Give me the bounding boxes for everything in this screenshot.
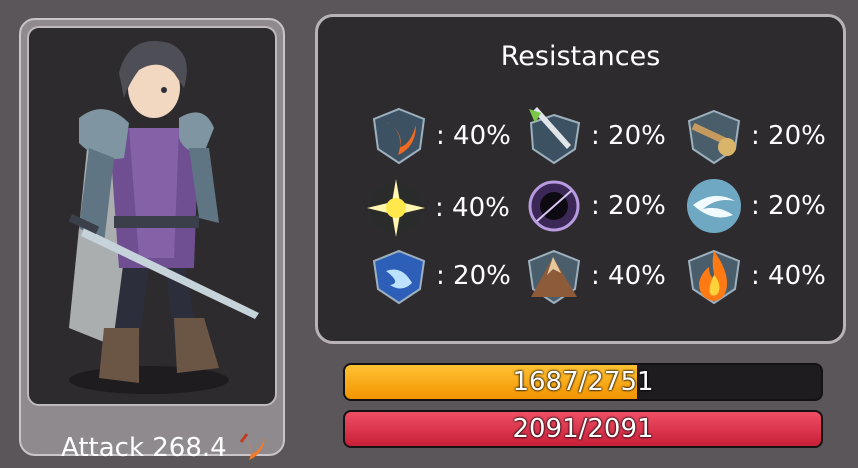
attack-stat: Attack 268.4 [61,428,271,468]
resistance-value: : 40% [435,193,510,223]
resistance-value: : 20% [751,191,826,221]
health-bar: 2091/2091 [343,410,823,448]
resistance-earth[interactable]: : 40% [523,245,666,307]
earth-mountain-icon [527,249,581,305]
resistance-wind[interactable]: : 20% [683,175,826,237]
wind-swirl-icon [687,179,741,233]
pierce-arrow-icon [529,107,581,165]
resistance-value: : 40% [591,261,666,291]
resistance-value: : 20% [591,121,666,151]
slash-icon [239,433,265,460]
resistance-value: : 40% [751,261,826,291]
resistance-fire[interactable]: : 40% [683,245,826,307]
attack-label: Attack 268.4 [61,433,227,463]
resistance-value: : 20% [591,191,666,221]
resistance-value: : 40% [436,121,511,151]
resistance-dark[interactable]: : 20% [523,175,666,237]
light-burst-icon [367,179,425,237]
health-bar-text: 2091/2091 [512,414,654,444]
character-figure [68,41,259,394]
resistance-light[interactable]: : 40% [363,175,510,241]
resistance-value: : 20% [436,261,511,291]
resistances-panel: Resistances : 40% : 20% : 20% : 40%: 20… [315,14,846,344]
resistances-title: Resistances [500,41,661,72]
resistance-slash[interactable]: : 40% [368,105,511,167]
dark-vortex-icon [528,180,580,232]
character-portrait[interactable] [27,26,277,406]
energy-bar-text: 1687/2751 [512,367,654,397]
mace-icon [687,109,741,165]
resistance-pierce[interactable]: : 20% [523,105,666,167]
resistance-water[interactable]: : 20% [368,245,511,307]
slash-shield-icon [372,107,426,165]
resistance-value: : 20% [751,121,826,151]
energy-bar: 1687/2751 [343,363,823,401]
resistance-blunt[interactable]: : 20% [683,105,826,167]
water-drop-icon [372,249,426,305]
fire-flame-icon [687,249,741,305]
character-panel: Attack 268.4 [19,18,285,463]
